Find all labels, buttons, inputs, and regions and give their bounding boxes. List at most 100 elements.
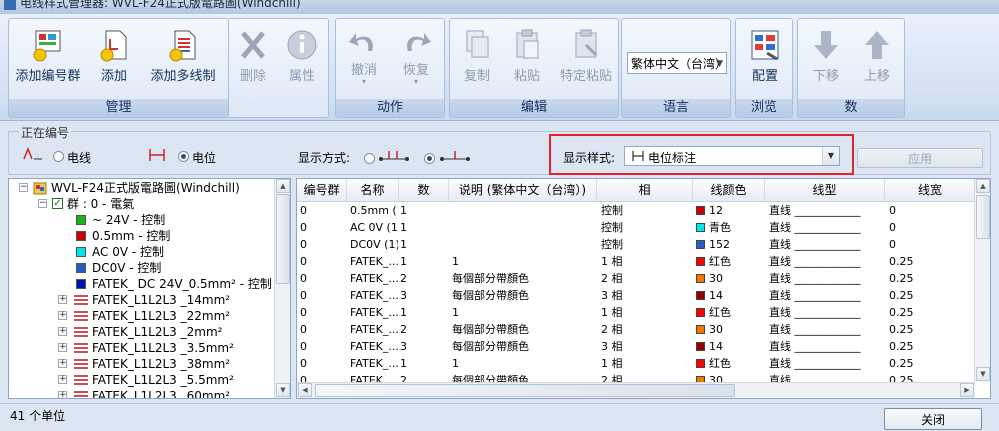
title-bar: 电线样式管理器: WVL-F24正式版電路圖(Windchill) (0, 0, 999, 14)
cell-color: 红色 (696, 304, 764, 321)
wire-style-tree: − WVL-F24正式版電路圖(Windchill) − ✓ 群 : 0 - 電… (8, 178, 291, 399)
table-row[interactable]: 0 FATEK_... 1 1 1 相红色 直线 ____________ 0.25 (297, 355, 975, 372)
display-mode-radio-2[interactable] (424, 153, 435, 164)
expand-icon[interactable]: + (58, 359, 67, 368)
col-header-description[interactable]: 说明 (繁体中文（台湾）) (449, 179, 597, 201)
group-action: 撤消 ▾ 恢复 ▾ 动作 (335, 18, 445, 118)
grid-hscrollbar[interactable]: ◀ ▶ (297, 382, 975, 398)
expand-icon[interactable]: + (58, 311, 67, 320)
tree-scroll-thumb[interactable] (276, 194, 290, 284)
status-bar: 41 个单位 关闭 (0, 403, 999, 430)
col-header-linetype[interactable]: 线型 (765, 179, 885, 201)
undo-label: 撤消 (350, 63, 377, 78)
col-header-group[interactable]: 编号群 (297, 179, 347, 201)
undo-icon (349, 33, 373, 51)
delete-button[interactable]: 删除 (231, 23, 275, 99)
col-header-count[interactable]: 数 (399, 179, 449, 201)
cell-desc: 1 (452, 357, 459, 370)
tree-item-label: ~ 24V - 控制 (92, 213, 166, 227)
tree-item-label: AC 0V - 控制 (92, 245, 164, 259)
wire-radio[interactable] (53, 151, 64, 162)
language-select[interactable]: 繁体中文（台湾） ▼ (627, 52, 727, 74)
tree-root-label: WVL-F24正式版電路圖(Windchill) (51, 181, 240, 195)
table-row[interactable]: 0 FATEK_... 3 每個部分帶顏色 3 相 14 直线 ____________ 0.… (297, 287, 975, 304)
redo-dropdown-icon[interactable]: ▾ (392, 78, 440, 86)
scroll-down-icon[interactable]: ▼ (276, 383, 290, 397)
col-header-phase[interactable]: 相 (597, 179, 693, 201)
add-multi-button[interactable]: 添加多线制 (143, 23, 223, 99)
display-style-select[interactable]: 电位标注 ▼ (624, 146, 840, 166)
cell-type: 直线 ____________ (769, 323, 861, 336)
cell-phase: 控制 (601, 238, 623, 251)
table-row[interactable]: 0 0.5mm (1)1 控制 12 直线 ____________ 0 (297, 202, 975, 219)
multiwire-icon (74, 375, 88, 385)
add-group-button[interactable]: 添加编号群 (11, 23, 85, 99)
close-button[interactable]: 关闭 (884, 408, 982, 430)
paste-special-button[interactable]: 特定粘贴 (554, 23, 618, 99)
paste-button[interactable]: 粘贴 (504, 23, 550, 99)
tree-group-label: 群 : 0 - 電氣 (67, 197, 135, 211)
grid-vscrollbar[interactable]: ▲ ▼ (974, 179, 990, 382)
expand-icon[interactable]: + (58, 343, 67, 352)
redo-button[interactable]: 恢复 ▾ (392, 23, 440, 99)
grid-hscroll-thumb[interactable] (315, 384, 735, 397)
move-down-button[interactable]: 下移 (802, 23, 850, 99)
app-icon (4, 0, 16, 10)
undo-dropdown-icon[interactable]: ▾ (340, 78, 388, 86)
color-swatch-icon (696, 274, 705, 283)
scroll-down-icon[interactable]: ▼ (976, 367, 990, 381)
table-row[interactable]: 0 FATEK_... 2 每個部分帶顏色 2 相 30 直线 ____________ 0.… (297, 321, 975, 338)
table-row[interactable]: 0 DC0V (1) 1 控制 152 直线 ____________ 0 (297, 236, 975, 253)
expand-icon[interactable]: + (58, 295, 67, 304)
language-select-value: 繁体中文（台湾） (631, 57, 727, 71)
color-swatch-icon (696, 325, 705, 334)
color-swatch-icon (696, 308, 705, 317)
scroll-up-icon[interactable]: ▲ (276, 179, 290, 193)
tree-item-label: DC0V - 控制 (92, 261, 162, 275)
potential-radio[interactable] (178, 151, 189, 162)
color-name: 14 (709, 289, 723, 302)
apply-button[interactable]: 应用 (857, 148, 983, 168)
tree-scrollbar[interactable]: ▲ ▼ (274, 179, 290, 398)
display-mode-radio-1[interactable] (364, 153, 375, 164)
grid-header: 编号群 名称 数 说明 (繁体中文（台湾）) 相 线颜色 线型 线宽 (297, 179, 975, 202)
undo-button[interactable]: 撤消 ▾ (340, 23, 388, 99)
col-header-name[interactable]: 名称 (347, 179, 399, 201)
cell-type: 直线 ____________ (769, 289, 861, 302)
cell-num: 1 (400, 204, 407, 217)
properties-button[interactable]: 属性 (279, 23, 325, 99)
table-row[interactable]: 0 FATEK_... 3 每個部分帶顏色 3 相 14 直线 ____________ 0.… (297, 338, 975, 355)
table-row[interactable]: 0 FATEK_... 2 每個部分帶顏色 2 相 30 直线 ____________ 0.… (297, 270, 975, 287)
collapse-icon[interactable]: − (38, 199, 47, 208)
table-row[interactable]: 0 FATEK_... 1 1 1 相红色 直线 ____________ 0.25 (297, 253, 975, 270)
paste-icon (516, 29, 539, 59)
expand-icon[interactable]: + (58, 391, 67, 398)
cell-color: 红色 (696, 355, 764, 372)
config-button[interactable]: 配置 (740, 23, 790, 99)
col-header-linewidth[interactable]: 线宽 (885, 179, 975, 201)
expand-icon[interactable]: + (58, 375, 67, 384)
table-row[interactable]: 0 FATEK_... 1 1 1 相红色 直线 ____________ 0.25 (297, 304, 975, 321)
color-name: 14 (709, 340, 723, 353)
paste-special-label: 特定粘贴 (559, 69, 612, 84)
cell-width: 0.25 (889, 340, 914, 353)
color-swatch-icon (696, 240, 705, 249)
cell-num: 1 (400, 306, 407, 319)
cell-grp: 0 (300, 204, 307, 217)
cell-num: 1 (400, 221, 407, 234)
cell-name: DC0V (1) (350, 238, 398, 251)
scroll-up-icon[interactable]: ▲ (976, 179, 990, 193)
move-up-button[interactable]: 上移 (852, 23, 902, 99)
copy-button[interactable]: 复制 (454, 23, 500, 99)
collapse-icon[interactable]: − (19, 183, 28, 192)
scroll-right-icon[interactable]: ▶ (960, 383, 974, 397)
grid-vscroll-thumb[interactable] (976, 195, 990, 239)
col-header-color[interactable]: 线颜色 (693, 179, 765, 201)
cell-name: FATEK_... (350, 289, 398, 302)
cell-type: 直线 ____________ (769, 272, 861, 285)
add-button[interactable]: 添加 (93, 23, 135, 99)
expand-icon[interactable]: + (58, 327, 67, 336)
table-row[interactable]: 0 AC 0V (1) 1 控制 青色 直线 ____________ 0 (297, 219, 975, 236)
cell-type: 直线 ____________ (769, 238, 861, 251)
scroll-left-icon[interactable]: ◀ (298, 383, 312, 397)
